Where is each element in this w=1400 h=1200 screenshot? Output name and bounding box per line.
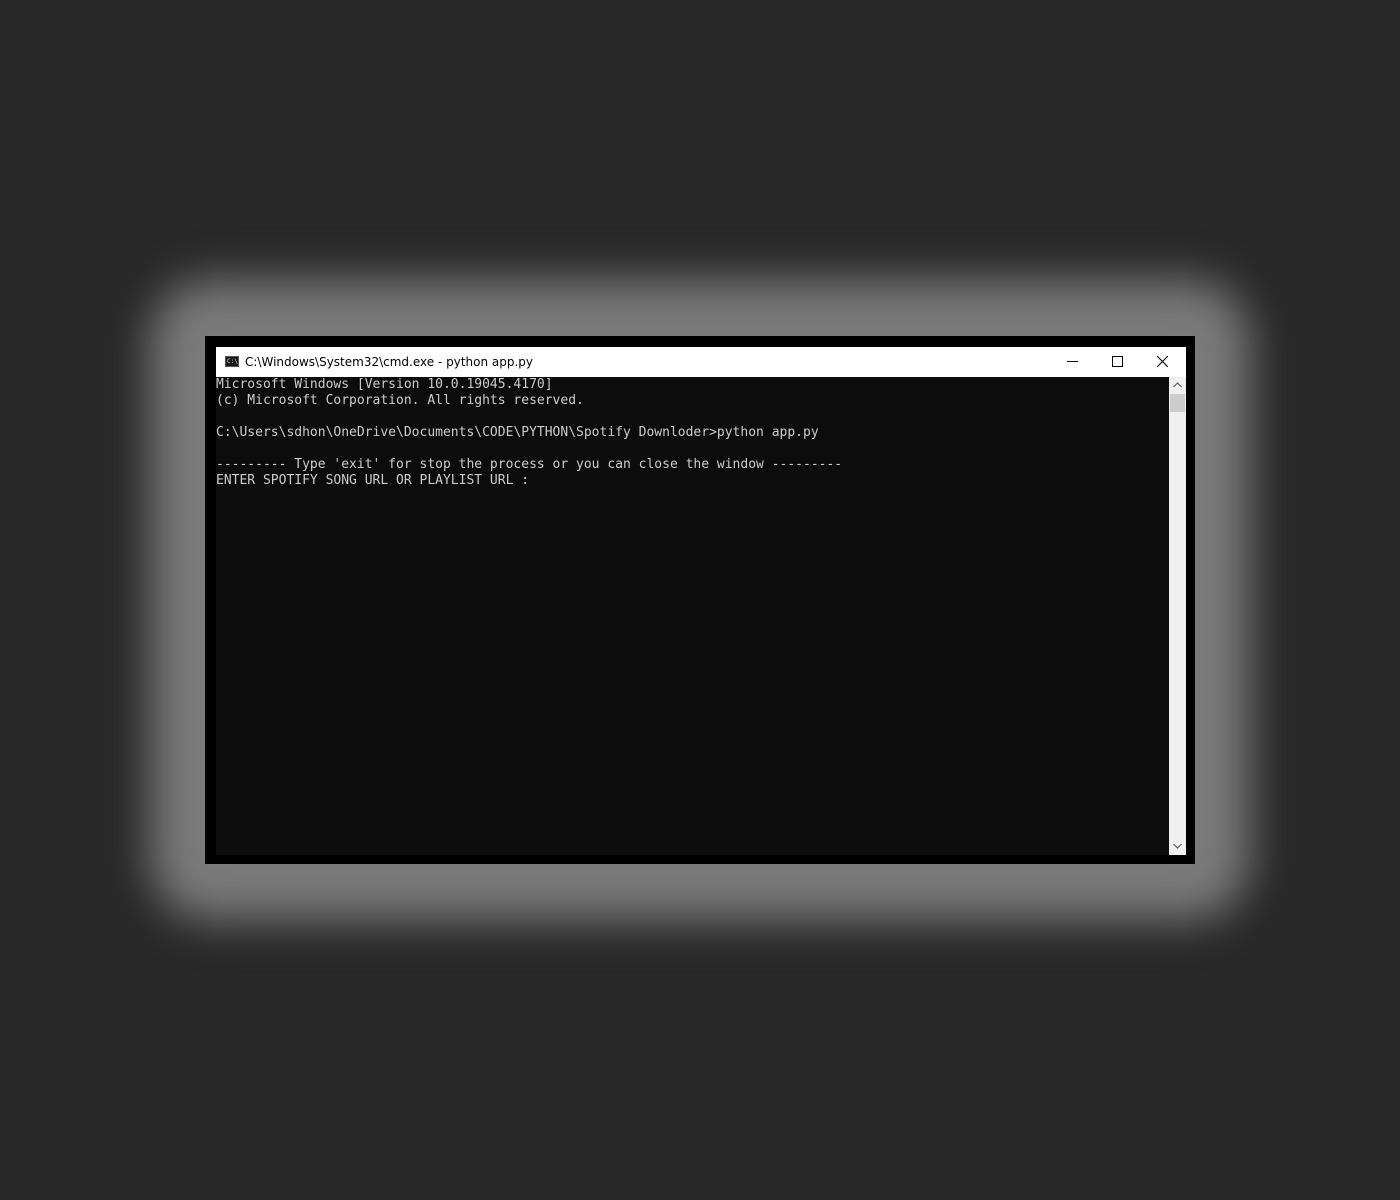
cmd-window: C:\ C:\Windows\System32\cmd.exe - python… (216, 347, 1186, 855)
chevron-down-icon (1173, 843, 1182, 849)
maximize-button[interactable] (1095, 347, 1140, 377)
console-line: --------- Type 'exit' for stop the proce… (216, 457, 843, 472)
chevron-up-icon (1173, 382, 1182, 388)
maximize-icon (1112, 356, 1123, 367)
window-title: C:\Windows\System32\cmd.exe - python app… (245, 355, 534, 369)
cmd-icon[interactable]: C:\ (225, 356, 239, 367)
close-icon (1157, 356, 1168, 367)
console-line: Microsoft Windows [Version 10.0.19045.41… (216, 377, 553, 392)
scroll-down-button[interactable] (1169, 838, 1186, 855)
console-line: (c) Microsoft Corporation. All rights re… (216, 393, 584, 408)
console-output[interactable]: Microsoft Windows [Version 10.0.19045.41… (216, 377, 1169, 855)
scrollbar-thumb[interactable] (1170, 394, 1185, 412)
vertical-scrollbar[interactable] (1169, 377, 1186, 855)
close-button[interactable] (1140, 347, 1185, 377)
minimize-button[interactable] (1050, 347, 1095, 377)
minimize-icon (1067, 361, 1078, 362)
console-prompt[interactable]: ENTER SPOTIFY SONG URL OR PLAYLIST URL : (216, 473, 1169, 489)
console-line: C:\Users\sdhon\OneDrive\Documents\CODE\P… (216, 425, 819, 440)
scroll-up-button[interactable] (1169, 377, 1186, 394)
title-bar[interactable]: C:\ C:\Windows\System32\cmd.exe - python… (216, 347, 1186, 377)
